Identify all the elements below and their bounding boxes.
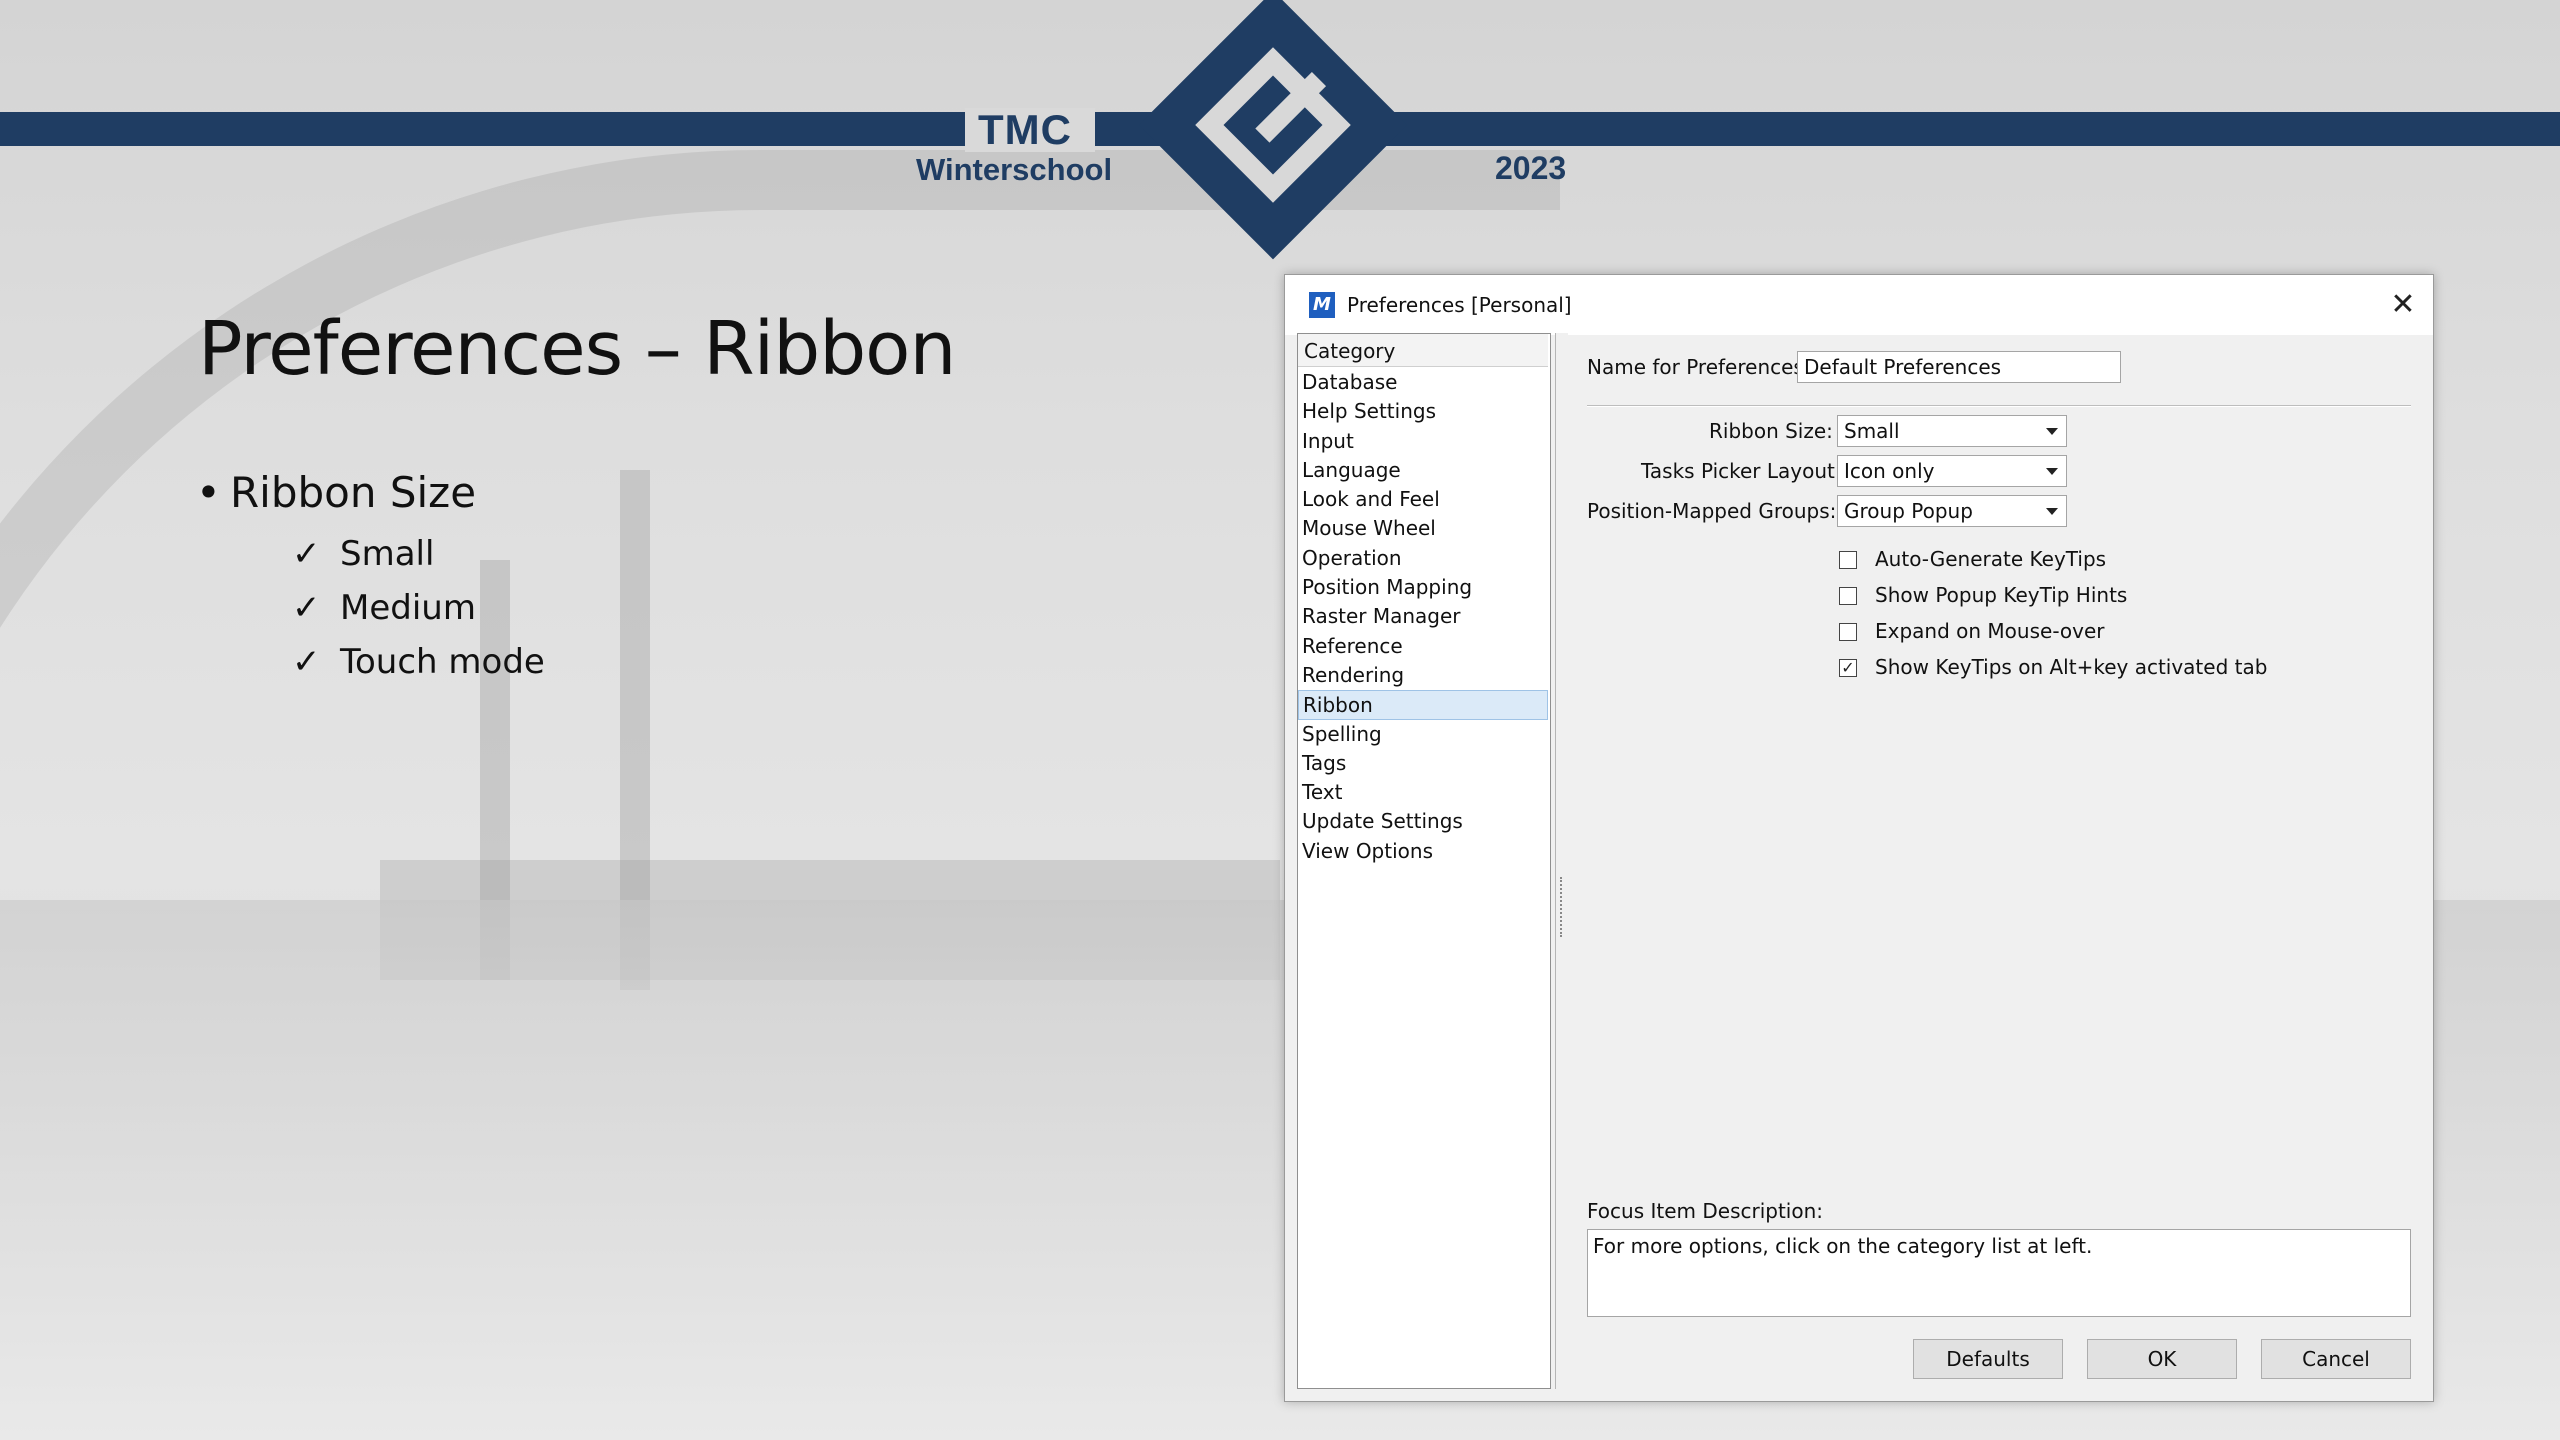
- close-button[interactable]: ✕: [2383, 285, 2423, 325]
- focus-description-box: For more options, click on the category …: [1587, 1229, 2411, 1317]
- chevron-down-icon: [2046, 428, 2058, 435]
- category-item[interactable]: Tags: [1298, 749, 1548, 778]
- category-list[interactable]: Category Database Help Settings Input Langu…: [1297, 333, 1551, 1389]
- category-item[interactable]: Ribbon: [1298, 690, 1548, 720]
- category-item[interactable]: Update Settings: [1298, 807, 1548, 836]
- logo-tmc: TMC: [978, 106, 1072, 153]
- microstation-icon: M: [1309, 292, 1335, 318]
- checkbox-label[interactable]: Show Popup KeyTip Hints: [1875, 583, 2127, 607]
- checkmark-icon: ✓: [292, 534, 321, 574]
- checkbox-label[interactable]: Expand on Mouse-over: [1875, 619, 2105, 643]
- sub-item-label: Medium: [340, 588, 476, 628]
- ok-button[interactable]: OK: [2087, 1339, 2237, 1379]
- category-item[interactable]: View Options: [1298, 837, 1548, 866]
- sub-item-label: Touch mode: [340, 642, 545, 682]
- preferences-dialog: M Preferences [Personal] ✕ Category Data…: [1284, 274, 2434, 1402]
- ribbon-size-label: Ribbon Size:: [1709, 419, 1833, 443]
- checkbox-label[interactable]: Show KeyTips on Alt+key activated tab: [1875, 655, 2267, 679]
- tasks-picker-label: Tasks Picker Layout:: [1641, 459, 1842, 483]
- dialog-title: Preferences [Personal]: [1347, 293, 1572, 317]
- name-label: Name for Preferences:: [1587, 355, 1811, 379]
- category-item[interactable]: Input: [1298, 427, 1548, 456]
- checkbox-label[interactable]: Auto-Generate KeyTips: [1875, 547, 2106, 571]
- category-item[interactable]: Raster Manager: [1298, 602, 1548, 631]
- checkbox[interactable]: ✓: [1839, 659, 1857, 677]
- bullet-dot-icon: •: [196, 468, 221, 517]
- checkmark-icon: ✓: [292, 588, 321, 628]
- category-item[interactable]: Operation: [1298, 544, 1548, 573]
- sub-item: ✓ Small: [292, 534, 434, 574]
- preferences-name-field[interactable]: Default Preferences: [1797, 351, 2121, 383]
- category-item[interactable]: Database: [1298, 368, 1548, 397]
- checkmark-icon: ✓: [292, 642, 321, 682]
- divider: [1587, 405, 2411, 407]
- category-item[interactable]: Position Mapping: [1298, 573, 1548, 602]
- position-mapped-label: Position-Mapped Groups:: [1587, 499, 1837, 523]
- category-item[interactable]: Rendering: [1298, 661, 1548, 690]
- checkbox[interactable]: [1839, 587, 1857, 605]
- checkbox[interactable]: [1839, 551, 1857, 569]
- category-item[interactable]: Look and Feel: [1298, 485, 1548, 514]
- sub-item-label: Small: [340, 534, 435, 574]
- category-item[interactable]: Help Settings: [1298, 397, 1548, 426]
- sub-item: ✓ Touch mode: [292, 642, 545, 682]
- bullet-text: Ribbon Size: [230, 468, 477, 517]
- focus-description-label: Focus Item Description:: [1587, 1199, 1824, 1223]
- category-header[interactable]: Category: [1298, 334, 1548, 367]
- bullet-ribbon-size: • Ribbon Size: [196, 468, 476, 517]
- dialog-titlebar: M Preferences [Personal] ✕: [1285, 275, 2433, 335]
- position-mapped-dropdown[interactable]: Group Popup: [1837, 495, 2067, 527]
- slide-title: Preferences – Ribbon: [198, 306, 956, 392]
- ribbon-size-dropdown[interactable]: Small: [1837, 415, 2067, 447]
- checkbox[interactable]: [1839, 623, 1857, 641]
- tasks-picker-dropdown[interactable]: Icon only: [1837, 455, 2067, 487]
- chevron-down-icon: [2046, 508, 2058, 515]
- pane-splitter[interactable]: [1555, 333, 1568, 1389]
- category-item[interactable]: Spelling: [1298, 720, 1548, 749]
- category-item[interactable]: Reference: [1298, 632, 1548, 661]
- defaults-button[interactable]: Defaults: [1913, 1339, 2063, 1379]
- category-item[interactable]: Text: [1298, 778, 1548, 807]
- category-item[interactable]: Mouse Wheel: [1298, 514, 1548, 543]
- header-year: 2023: [1495, 150, 1567, 186]
- sub-item: ✓ Medium: [292, 588, 476, 628]
- cancel-button[interactable]: Cancel: [2261, 1339, 2411, 1379]
- logo-winterschool: Winterschool: [916, 152, 1113, 187]
- chevron-down-icon: [2046, 468, 2058, 475]
- category-item[interactable]: Language: [1298, 456, 1548, 485]
